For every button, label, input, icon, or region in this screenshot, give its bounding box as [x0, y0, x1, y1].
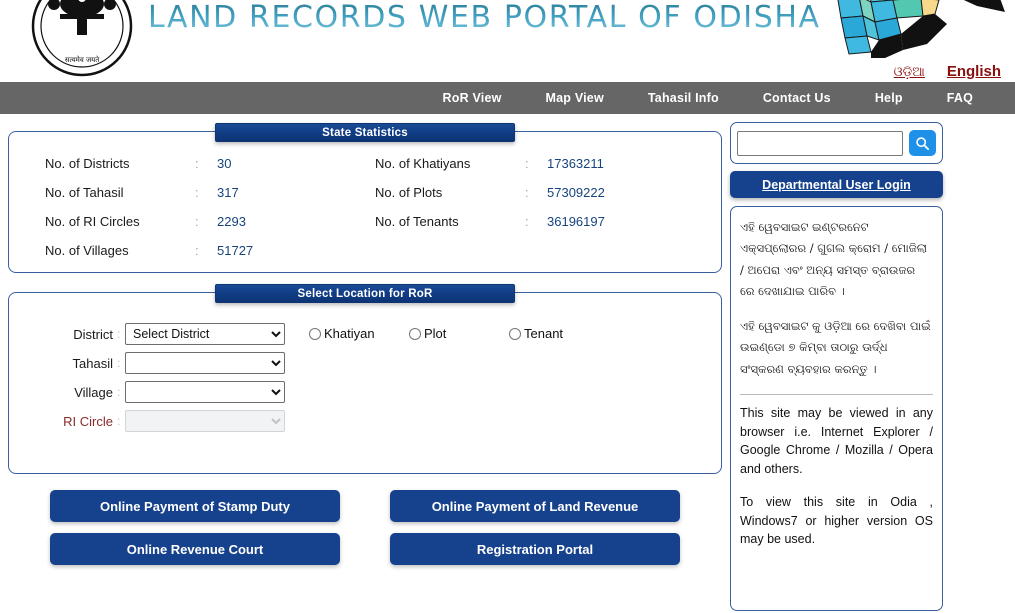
- village-select[interactable]: [125, 381, 285, 403]
- form-row-village: Village :: [25, 381, 309, 403]
- radio-khatiyan[interactable]: Khatiyan: [309, 326, 409, 341]
- notice-english-os: To view this site in Odia , Windows7 or …: [740, 494, 933, 547]
- district-colon: :: [117, 327, 121, 341]
- notice-odia-os: ଏହି ୱେବସାଇଟ କୁ ଓଡ଼ିଆ ରେ ଦେଖିବା ପାଇଁ ଉଇଣ୍…: [740, 319, 931, 376]
- notice-divider: [740, 393, 933, 395]
- radio-plot-input[interactable]: [409, 327, 421, 340]
- record-type-radio-group: Khatiyan Plot Tenant: [309, 323, 609, 439]
- select-location-body: District : Select District Tahasil : Vil…: [9, 293, 721, 473]
- stat-value: 51727: [217, 243, 254, 258]
- radio-tenant-input[interactable]: [509, 327, 521, 340]
- nav-item-ror-view[interactable]: RoR View: [421, 91, 524, 105]
- stat-value: 17363211: [547, 156, 604, 171]
- stat-separator: :: [525, 156, 529, 171]
- search-panel: [730, 122, 943, 164]
- notice-panel: ଏହି ୱେବସାଇଟ ଇଣ୍ଟରନେଟ ଏକ୍ସପ୍ଲୋରର / ଗୁଗଲ କ…: [730, 206, 943, 611]
- select-location-panel: Select Location for RoR District : Selec…: [8, 284, 722, 474]
- stat-row-ri-circles: No. of RI Circles : 2293: [9, 214, 339, 229]
- departmental-user-login-button[interactable]: Departmental User Login: [730, 171, 943, 198]
- district-select[interactable]: Select District: [125, 323, 285, 345]
- state-statistics-tab-label: State Statistics: [215, 123, 515, 142]
- action-button-grid: Online Payment of Stamp Duty Online Paym…: [8, 474, 722, 575]
- form-row-district: District : Select District: [25, 323, 309, 345]
- notice-english-browsers: This site may be viewed in any browser i…: [740, 405, 933, 477]
- stat-label: No. of Villages: [45, 243, 129, 258]
- form-row-ri-circle: RI Circle :: [25, 410, 309, 432]
- stat-label: No. of Plots: [375, 185, 443, 200]
- main-column: State Statistics No. of Districts : 30 N…: [8, 122, 722, 611]
- district-label: District: [73, 326, 113, 342]
- page-header: सत्यमेव जयते LAND RECORDS WEB PORTAL OF …: [0, 0, 1015, 82]
- nav-item-map-view[interactable]: Map View: [524, 91, 626, 105]
- radio-plot[interactable]: Plot: [409, 326, 509, 341]
- nav-item-help[interactable]: Help: [853, 91, 925, 105]
- state-statistics-body: No. of Districts : 30 No. of Khatiyans :…: [9, 132, 721, 272]
- stat-value: 2293: [217, 214, 246, 229]
- radio-plot-label: Plot: [424, 326, 447, 341]
- stat-label: No. of Tenants: [375, 214, 459, 229]
- ri-circle-select: [125, 410, 285, 432]
- stat-separator: :: [195, 185, 199, 200]
- lang-link-english[interactable]: English: [947, 63, 1001, 80]
- radio-khatiyan-input[interactable]: [309, 327, 321, 340]
- search-button[interactable]: [909, 130, 936, 156]
- page-title: LAND RECORDS WEB PORTAL OF ODISHA: [148, 0, 821, 35]
- stat-label: No. of Khatiyans: [375, 156, 471, 171]
- village-label: Village: [74, 384, 113, 400]
- stat-separator: :: [525, 214, 529, 229]
- search-icon: [916, 136, 930, 150]
- search-input[interactable]: [737, 130, 903, 156]
- stat-row-khatiyans: No. of Khatiyans : 17363211: [339, 156, 721, 171]
- stat-row-tenants: No. of Tenants : 36196197: [339, 214, 721, 229]
- stamp-duty-payment-button[interactable]: Online Payment of Stamp Duty: [50, 490, 340, 522]
- ri-circle-colon: :: [117, 414, 121, 428]
- radio-khatiyan-label: Khatiyan: [324, 326, 375, 341]
- radio-tenant-label: Tenant: [524, 326, 564, 341]
- language-switcher: ଓଡ଼ିଆ English: [894, 63, 1001, 80]
- svg-text:सत्यमेव जयते: सत्यमेव जयते: [65, 55, 100, 64]
- nav-item-faq[interactable]: FAQ: [925, 91, 995, 105]
- stat-value: 36196197: [547, 214, 605, 229]
- tahasil-label: Tahasil: [72, 355, 113, 371]
- stat-separator: :: [195, 156, 199, 171]
- ri-circle-label: RI Circle: [63, 413, 113, 429]
- stat-separator: :: [525, 185, 529, 200]
- stat-row-plots: No. of Plots : 57309222: [339, 185, 721, 200]
- government-emblem-icon: सत्यमेव जयते: [31, 0, 133, 77]
- notice-odia-browsers: ଏହି ୱେବସାଇଟ ଇଣ୍ଟରନେଟ ଏକ୍ସପ୍ଲୋରର / ଗୁଗଲ କ…: [740, 220, 927, 298]
- stat-value: 57309222: [547, 185, 605, 200]
- stat-label: No. of RI Circles: [45, 214, 140, 229]
- stat-label: No. of Tahasil: [45, 185, 124, 200]
- village-colon: :: [117, 385, 121, 399]
- lang-link-odia[interactable]: ଓଡ଼ିଆ: [894, 65, 925, 80]
- online-revenue-court-button[interactable]: Online Revenue Court: [50, 533, 340, 565]
- form-row-tahasil: Tahasil :: [25, 352, 309, 374]
- main-navigation: RoR View Map View Tahasil Info Contact U…: [0, 82, 1015, 114]
- stat-value: 30: [217, 156, 232, 171]
- nav-item-contact-us[interactable]: Contact Us: [741, 91, 853, 105]
- tahasil-colon: :: [117, 356, 121, 370]
- location-form: District : Select District Tahasil : Vil…: [9, 323, 309, 439]
- state-statistics-panel: State Statistics No. of Districts : 30 N…: [8, 123, 722, 273]
- stat-separator: :: [195, 243, 199, 258]
- stat-row-empty: [339, 243, 721, 258]
- stat-separator: :: [195, 214, 199, 229]
- registration-portal-button[interactable]: Registration Portal: [390, 533, 680, 565]
- stat-row-tahasil: No. of Tahasil : 317: [9, 185, 339, 200]
- nav-item-tahasil-info[interactable]: Tahasil Info: [626, 91, 741, 105]
- stat-value: 317: [217, 185, 239, 200]
- stat-row-villages: No. of Villages : 51727: [9, 243, 339, 258]
- page-body: State Statistics No. of Districts : 30 N…: [0, 114, 1015, 611]
- tahasil-select[interactable]: [125, 352, 285, 374]
- land-revenue-payment-button[interactable]: Online Payment of Land Revenue: [390, 490, 680, 522]
- select-location-tab-label: Select Location for RoR: [215, 284, 515, 303]
- stat-label: No. of Districts: [45, 156, 130, 171]
- odisha-district-map-icon: [837, 0, 1005, 58]
- sidebar: Departmental User Login ଏହି ୱେବସାଇଟ ଇଣ୍ଟ…: [730, 122, 943, 611]
- radio-tenant[interactable]: Tenant: [509, 326, 609, 341]
- stat-row-districts: No. of Districts : 30: [9, 156, 339, 171]
